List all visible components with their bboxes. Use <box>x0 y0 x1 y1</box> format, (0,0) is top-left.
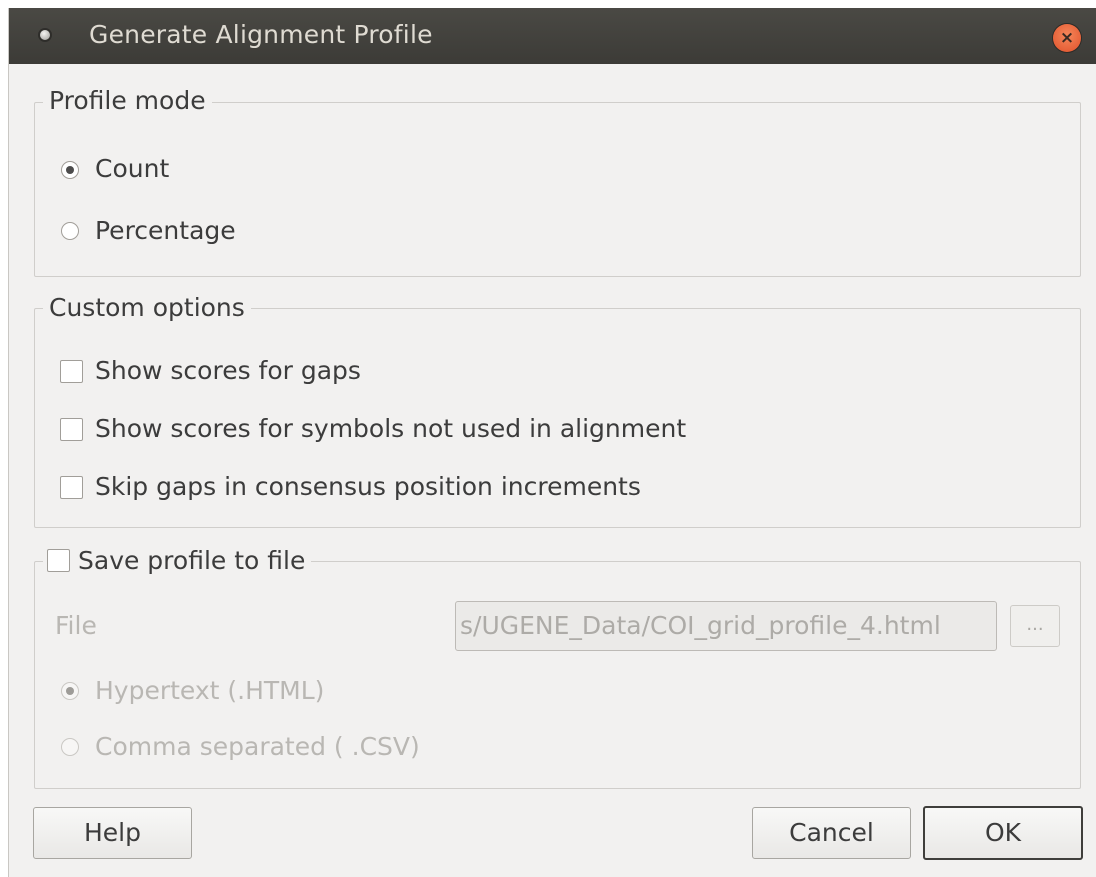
show-unused-symbol-scores-checkbox[interactable] <box>60 418 83 441</box>
skip-gaps-checkbox[interactable] <box>60 476 83 499</box>
title-bar: Generate Alignment Profile × <box>9 8 1096 64</box>
profile-mode-legend: Profile mode <box>43 86 212 116</box>
custom-options-legend: Custom options <box>43 293 251 323</box>
save-profile-header: Save profile to file <box>43 546 312 576</box>
browse-button[interactable]: ... <box>1010 605 1060 647</box>
ok-button[interactable]: OK <box>923 806 1083 860</box>
profile-mode-group <box>34 102 1081 277</box>
window-title: Generate Alignment Profile <box>89 20 433 49</box>
percentage-radio[interactable] <box>61 222 79 240</box>
cancel-button[interactable]: Cancel <box>752 807 911 859</box>
count-label[interactable]: Count <box>95 154 169 184</box>
window-menu-icon[interactable] <box>40 30 50 40</box>
csv-format-label[interactable]: Comma separated ( .CSV) <box>95 732 420 762</box>
skip-gaps-label[interactable]: Skip gaps in consensus position incremen… <box>95 472 641 502</box>
save-profile-checkbox[interactable] <box>47 549 70 572</box>
html-format-radio[interactable] <box>61 682 79 700</box>
csv-format-radio[interactable] <box>61 738 79 756</box>
count-radio[interactable] <box>61 161 79 179</box>
show-unused-symbol-scores-label[interactable]: Show scores for symbols not used in alig… <box>95 414 686 444</box>
file-path-input[interactable]: s/UGENE_Data/COI_grid_profile_4.html <box>455 601 997 651</box>
show-gap-scores-checkbox[interactable] <box>60 360 83 383</box>
help-button[interactable]: Help <box>33 807 192 859</box>
percentage-label[interactable]: Percentage <box>95 216 236 246</box>
file-label: File <box>55 611 97 640</box>
close-icon[interactable]: × <box>1053 24 1081 52</box>
html-format-label[interactable]: Hypertext (.HTML) <box>95 676 324 706</box>
show-gap-scores-label[interactable]: Show scores for gaps <box>95 356 361 386</box>
save-profile-label[interactable]: Save profile to file <box>78 546 305 575</box>
dialog-window: Generate Alignment Profile × Profile mod… <box>8 8 1096 877</box>
